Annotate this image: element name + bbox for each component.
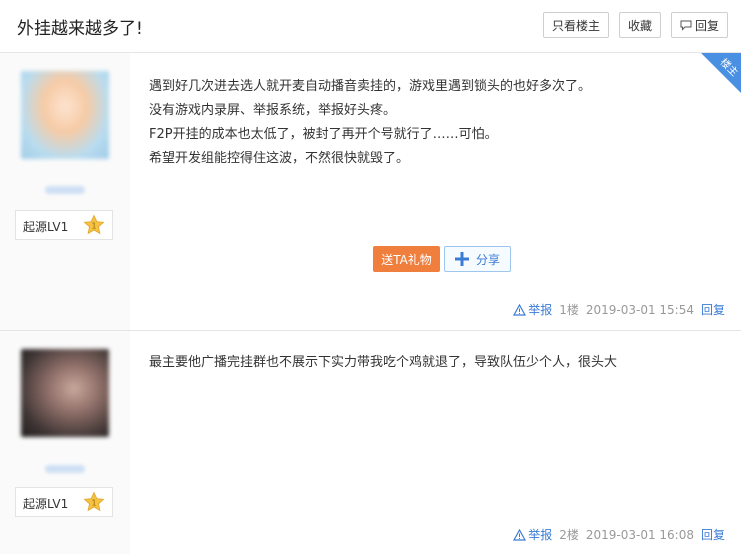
favorite-button[interactable]: 收藏: [619, 12, 661, 38]
post-2: 起源LV1 1 最主要他广播完挂群也不展示下实力带我吃个鸡就退了，导致队伍少个人…: [0, 331, 741, 554]
floor-number: 1楼: [559, 303, 579, 317]
report-label: 举报: [528, 303, 553, 317]
post-time: 2019-03-01 16:08: [585, 527, 694, 542]
floor-number: 2楼: [559, 528, 579, 542]
send-gift-button[interactable]: 送TA礼物: [373, 246, 440, 272]
thread-header: 外挂越来越多了! 只看楼主 收藏 回复: [0, 0, 741, 53]
reply-label: 回复: [694, 18, 719, 33]
share-button[interactable]: 分享: [444, 246, 511, 272]
favorite-label: 收藏: [627, 18, 652, 33]
avatar[interactable]: [21, 349, 109, 437]
plus-icon: [454, 252, 469, 266]
post-meta: 举报 1楼 2019-03-01 15:54 回复: [513, 301, 725, 318]
author-sidebar: 起源LV1 1: [0, 53, 130, 330]
post-line: 最主要他广播完挂群也不展示下实力带我吃个鸡就退了，导致队伍少个人，很头大: [149, 355, 618, 370]
report-label: 举报: [528, 528, 553, 542]
only-op-button[interactable]: 只看楼主: [543, 12, 609, 38]
reply-button[interactable]: 回复: [671, 12, 728, 38]
post-meta: 举报 2楼 2019-03-01 16:08 回复: [513, 526, 725, 543]
svg-text:1: 1: [91, 222, 96, 231]
level-badge: 起源LV1 1: [15, 487, 113, 517]
warning-triangle-icon: [513, 303, 527, 316]
avatar[interactable]: [21, 71, 109, 159]
username-blurred[interactable]: [45, 465, 85, 473]
gift-label: 送TA礼物: [381, 252, 432, 267]
level-badge: 起源LV1 1: [15, 210, 113, 240]
thread-title: 外挂越来越多了!: [17, 19, 143, 39]
post-body: 遇到好几次进去选人就开麦自动播音卖挂的，游戏里遇到锁头的也好多次了。 没有游戏内…: [149, 75, 591, 171]
only-op-label: 只看楼主: [551, 18, 600, 33]
op-corner-badge: 楼主: [701, 53, 741, 93]
report-link[interactable]: 举报: [513, 301, 552, 318]
post-time: 2019-03-01 15:54: [585, 302, 694, 317]
share-label: 分享: [475, 252, 500, 267]
warning-triangle-icon: [513, 528, 527, 541]
speech-bubble-icon: [680, 20, 692, 31]
post-1: 起源LV1 1 楼主 遇到好几次进去选人就开麦自动播音卖挂的，游戏里遇到锁头的也…: [0, 53, 741, 331]
svg-text:1: 1: [91, 499, 96, 508]
post-line: F2P开挂的成本也太低了，被封了再开个号就行了……可怕。: [149, 127, 498, 142]
post-line: 没有游戏内录屏、举报系统，举报好头疼。: [149, 103, 397, 118]
author-sidebar: 起源LV1 1: [0, 331, 130, 554]
post-body: 最主要他广播完挂群也不展示下实力带我吃个鸡就退了，导致队伍少个人，很头大: [149, 351, 617, 375]
post-line: 遇到好几次进去选人就开麦自动播音卖挂的，游戏里遇到锁头的也好多次了。: [149, 79, 592, 94]
post-line: 希望开发组能控得住这波，不然很快就毁了。: [149, 151, 410, 166]
level-text: 起源LV1: [23, 497, 69, 511]
star-icon: 1: [83, 214, 105, 235]
report-link[interactable]: 举报: [513, 526, 552, 543]
username-blurred[interactable]: [45, 186, 85, 194]
star-icon: 1: [83, 491, 105, 512]
level-text: 起源LV1: [23, 220, 69, 234]
reply-link[interactable]: 回复: [701, 301, 725, 318]
reply-link[interactable]: 回复: [701, 526, 725, 543]
